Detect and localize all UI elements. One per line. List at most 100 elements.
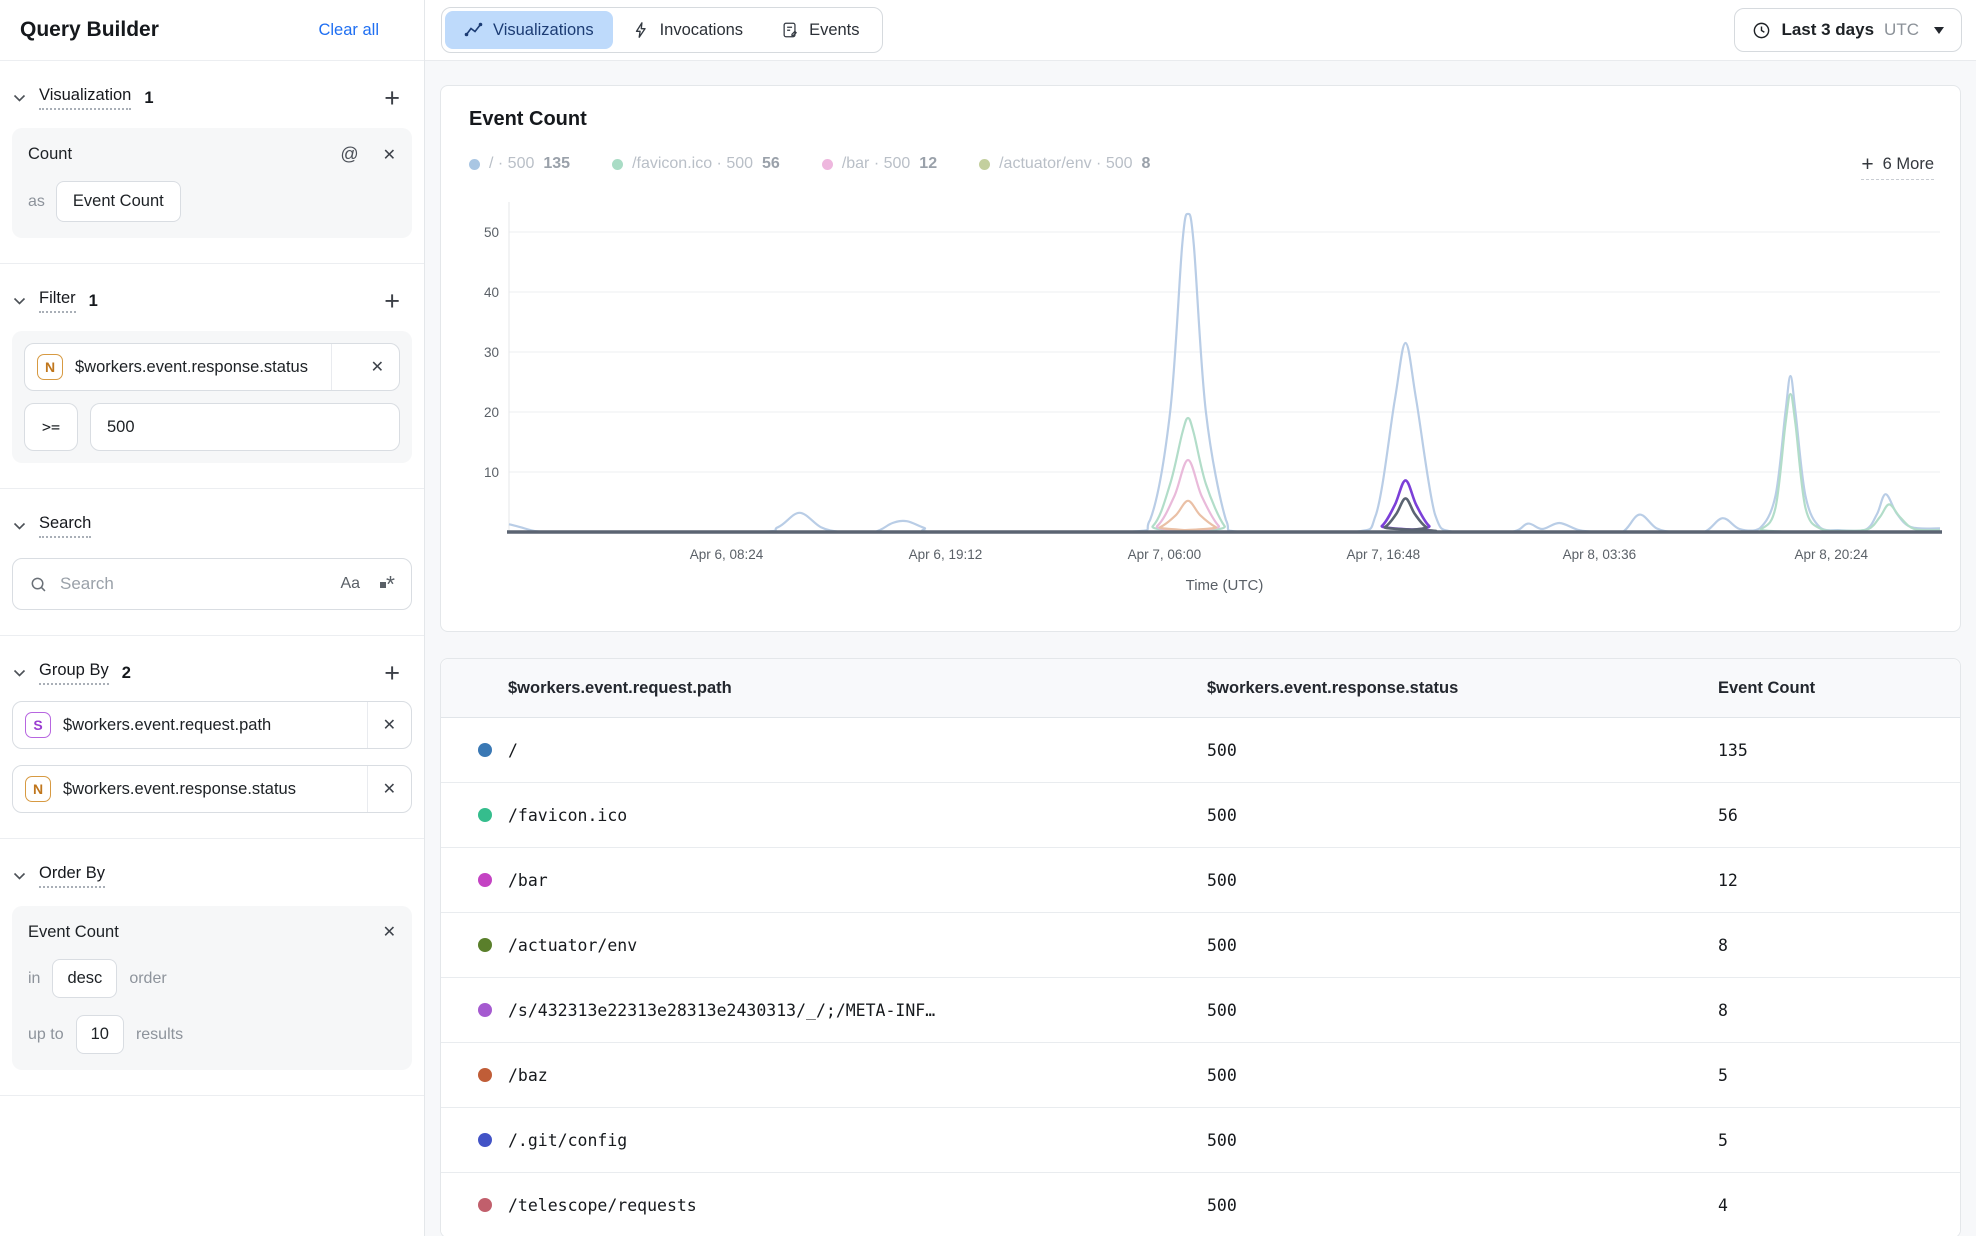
- x-tick-label: Apr 6, 08:24: [690, 547, 764, 562]
- section-label-visualization[interactable]: Visualization: [39, 86, 131, 110]
- remove-filter-button[interactable]: ✕: [331, 344, 399, 390]
- match-case-icon[interactable]: Aa: [340, 575, 360, 593]
- up-to-label: up to: [28, 1026, 64, 1044]
- clear-all-link[interactable]: Clear all: [318, 21, 379, 40]
- legend-item[interactable]: /actuator/env · 500 8: [979, 155, 1150, 173]
- group-by-field-name: $workers.event.request.path: [63, 716, 367, 735]
- x-tick-label: Apr 6, 19:12: [909, 547, 983, 562]
- tab-visualizations[interactable]: Visualizations: [445, 11, 613, 49]
- column-header-path[interactable]: $workers.event.request.path: [441, 679, 1207, 698]
- main-area: Visualizations Invocations Events: [425, 0, 1976, 1236]
- time-range-button[interactable]: Last 3 days UTC: [1734, 8, 1962, 52]
- filter-field-input[interactable]: N $workers.event.response.status ✕: [24, 343, 400, 391]
- legend-label: /actuator/env · 500: [999, 155, 1132, 173]
- results-label: results: [136, 1026, 183, 1044]
- view-tabs: Visualizations Invocations Events: [441, 7, 883, 53]
- column-header-count[interactable]: Event Count: [1718, 679, 1960, 698]
- result-limit-input[interactable]: 10: [76, 1015, 124, 1054]
- legend-label: /bar · 500: [842, 155, 910, 173]
- y-tick-label: 30: [484, 345, 499, 360]
- section-label-filter[interactable]: Filter: [39, 289, 76, 313]
- search-icon: [29, 575, 48, 594]
- search-input[interactable]: Search Aa *: [12, 558, 412, 610]
- chart-series: [509, 214, 1940, 532]
- search-placeholder: Search: [60, 574, 340, 594]
- table-body: /500135/favicon.ico50056/bar50012/actuat…: [441, 718, 1960, 1236]
- y-tick-label: 50: [484, 225, 499, 240]
- add-group-by-button[interactable]: +: [384, 663, 400, 683]
- alias-input[interactable]: Event Count: [56, 181, 181, 222]
- chevron-down-icon[interactable]: [13, 94, 26, 102]
- in-label: in: [28, 970, 40, 988]
- add-visualization-button[interactable]: +: [384, 88, 400, 108]
- section-header-search: Search: [0, 514, 424, 538]
- cell-count: 5: [1718, 1066, 1960, 1085]
- chevron-down-icon[interactable]: [13, 297, 26, 305]
- cell-status: 500: [1207, 1066, 1718, 1085]
- column-header-status[interactable]: $workers.event.response.status: [1207, 679, 1718, 698]
- visualization-function: Count: [28, 145, 72, 164]
- cell-count: 8: [1718, 1001, 1960, 1020]
- series-color-dot: [478, 1133, 492, 1147]
- remove-group-by-button[interactable]: ✕: [367, 766, 411, 812]
- remove-group-by-button[interactable]: ✕: [367, 702, 411, 748]
- table-row[interactable]: /telescope/requests5004: [441, 1173, 1960, 1236]
- legend-item[interactable]: /favicon.ico · 500 56: [612, 155, 780, 173]
- chevron-down-icon[interactable]: [13, 669, 26, 677]
- table-row[interactable]: /.git/config5005: [441, 1108, 1960, 1173]
- timezone-label: UTC: [1884, 20, 1919, 40]
- chevron-down-icon[interactable]: [13, 522, 26, 530]
- cell-path: /favicon.ico: [508, 806, 627, 825]
- add-filter-button[interactable]: +: [384, 291, 400, 311]
- legend-label: /favicon.ico · 500: [632, 155, 753, 173]
- cell-path: /telescope/requests: [508, 1196, 697, 1215]
- table-row[interactable]: /baz 5005: [441, 1043, 1960, 1108]
- filter-value-input[interactable]: 500: [90, 403, 400, 451]
- cell-path: /baz: [508, 1066, 548, 1085]
- table-row[interactable]: /500135: [441, 718, 1960, 783]
- page-title: Query Builder: [20, 18, 159, 42]
- order-direction-select[interactable]: desc: [52, 959, 117, 998]
- chevron-down-icon[interactable]: [13, 872, 26, 880]
- legend-item[interactable]: / · 500 135: [469, 155, 570, 173]
- regex-icon[interactable]: *: [380, 578, 395, 590]
- legend-dot: [612, 159, 623, 170]
- event-count-chart[interactable]: 1020304050Apr 6, 08:24Apr 6, 19:12Apr 7,…: [455, 190, 1950, 607]
- string-type-badge: S: [25, 712, 51, 738]
- x-tick-label: Apr 7, 06:00: [1128, 547, 1202, 562]
- group-by-field-input[interactable]: S $workers.event.request.path ✕: [12, 701, 412, 749]
- table-row[interactable]: /bar50012: [441, 848, 1960, 913]
- series-color-dot: [478, 743, 492, 757]
- visualization-card: Count @ ✕ as Event Count: [12, 128, 412, 238]
- section-header-order-by: Order By: [0, 864, 424, 888]
- order-by-field: Event Count: [28, 923, 119, 942]
- tab-events[interactable]: Events: [762, 11, 878, 49]
- section-label-search[interactable]: Search: [39, 514, 91, 538]
- section-header-group-by: Group By 2 +: [0, 661, 424, 685]
- cell-count: 135: [1718, 741, 1960, 760]
- group-by-field-input[interactable]: N $workers.event.response.status ✕: [12, 765, 412, 813]
- table-row[interactable]: /favicon.ico50056: [441, 783, 1960, 848]
- remove-visualization-button[interactable]: ✕: [383, 145, 396, 165]
- more-series-button[interactable]: + 6 More: [1861, 155, 1934, 180]
- legend-dot: [469, 159, 480, 170]
- filter-operator-select[interactable]: >=: [24, 403, 78, 451]
- y-tick-label: 10: [484, 465, 499, 480]
- table-row[interactable]: /actuator/env5008: [441, 913, 1960, 978]
- section-label-order-by[interactable]: Order By: [39, 864, 105, 888]
- table-header: $workers.event.request.path $workers.eve…: [441, 659, 1960, 718]
- filter-field-name: $workers.event.response.status: [75, 358, 331, 377]
- group-by-field-name: $workers.event.response.status: [63, 780, 367, 799]
- sidebar-header: Query Builder Clear all: [0, 0, 424, 61]
- section-label-group-by[interactable]: Group By: [39, 661, 109, 685]
- remove-order-by-button[interactable]: ✕: [383, 922, 396, 942]
- section-filter: Filter 1 + N $workers.event.response.sta…: [0, 264, 424, 463]
- series-color-dot: [478, 1068, 492, 1082]
- legend-item[interactable]: /bar · 500 12: [822, 155, 937, 173]
- table-row[interactable]: /s/432313e22313e28313e2430313/_/;/META-I…: [441, 978, 1960, 1043]
- cell-status: 500: [1207, 871, 1718, 890]
- at-icon[interactable]: @: [340, 144, 358, 165]
- order-by-card: Event Count ✕ in desc order up to 10 res…: [12, 906, 412, 1070]
- numeric-type-badge: N: [25, 776, 51, 802]
- tab-invocations[interactable]: Invocations: [613, 11, 762, 49]
